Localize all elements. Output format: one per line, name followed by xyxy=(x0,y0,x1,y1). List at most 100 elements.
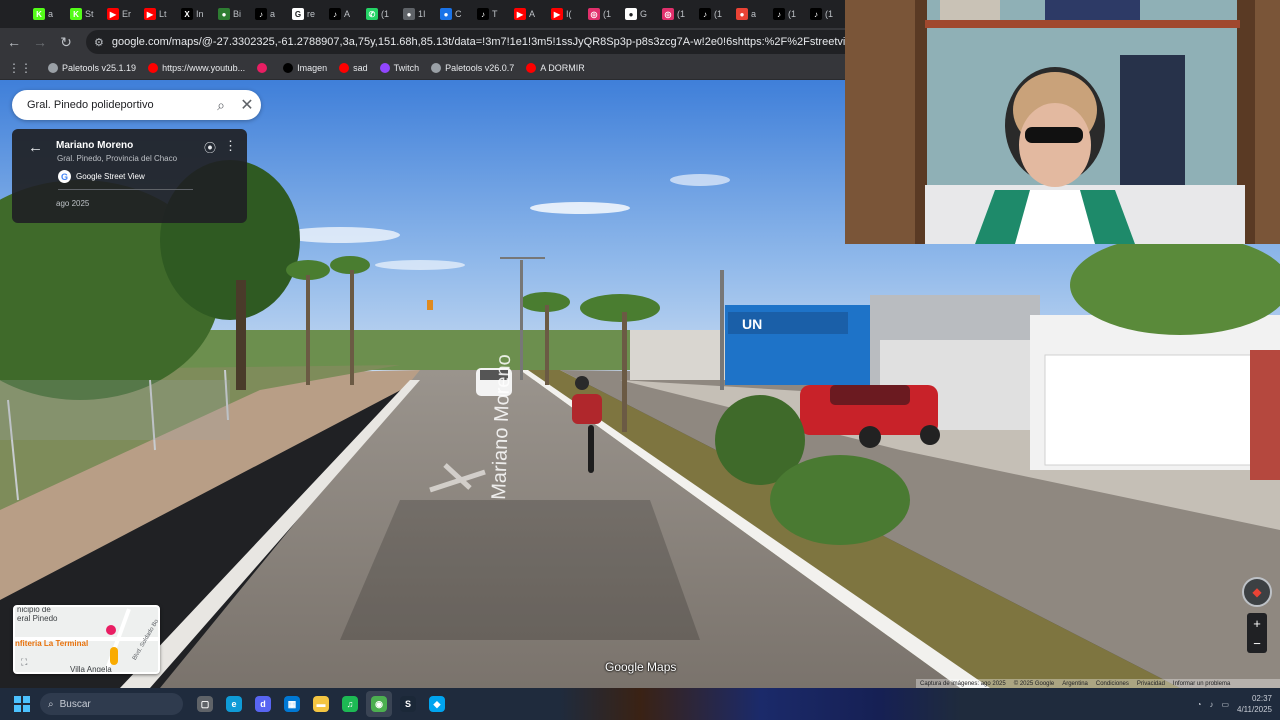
x-icon: X xyxy=(181,8,193,20)
browser-tab[interactable]: ▶ A xyxy=(511,4,548,24)
site-info-icon[interactable]: ⚙ xyxy=(94,36,104,49)
attribution-item[interactable]: Privacidad xyxy=(1137,681,1165,687)
start-button[interactable] xyxy=(10,692,34,716)
browser-tab[interactable]: ● 1I xyxy=(400,4,437,24)
poi-marker-icon xyxy=(106,625,116,635)
browser-tab[interactable]: ♪ (1 xyxy=(696,4,733,24)
browser-tab[interactable]: ● a xyxy=(733,4,770,24)
webcam-image xyxy=(845,0,1280,244)
system-tray: ◔ ♪ ▭ 02:37 4/11/2025 xyxy=(1197,688,1272,720)
address-bar[interactable]: ⚙ google.com/maps/@-27.3302325,-61.27889… xyxy=(86,30,845,54)
bookmark-item[interactable]: Imagen xyxy=(283,62,328,73)
back-arrow-icon[interactable]: ← xyxy=(28,139,43,156)
google-icon: G xyxy=(292,8,304,20)
taskbar-app-spotify[interactable]: ♫ xyxy=(337,691,363,717)
wifi-icon[interactable]: ◔ xyxy=(1197,700,1202,709)
browser-tab[interactable]: K St xyxy=(67,4,104,24)
taskbar-app-store[interactable]: ▦ xyxy=(279,691,305,717)
youtube-icon: ▶ xyxy=(551,8,563,20)
x-icon xyxy=(283,62,294,73)
clock[interactable]: 02:37 4/11/2025 xyxy=(1237,693,1272,715)
forward-icon[interactable]: → xyxy=(28,30,52,54)
taskbar-app-task-view[interactable]: ▢ xyxy=(192,691,218,717)
bookmark-item[interactable]: Paletools v26.0.7 xyxy=(431,62,514,73)
taskbar-app-steam[interactable]: S xyxy=(395,691,421,717)
zoom-out-button[interactable]: − xyxy=(1253,636,1261,651)
tab-title: G xyxy=(640,9,648,19)
bookmark-item[interactable]: Twitch xyxy=(379,62,419,73)
taskbar-app-edge[interactable]: e xyxy=(221,691,247,717)
browser-tab[interactable]: Ka xyxy=(30,4,67,24)
browser-tab[interactable]: ● Bi xyxy=(215,4,252,24)
browser-tab[interactable]: Gre xyxy=(289,4,326,24)
zoom-in-button[interactable]: + xyxy=(1253,616,1261,631)
taskbar-app-explorer[interactable]: ▬ xyxy=(308,691,334,717)
source-row: G Google Street View xyxy=(58,170,145,183)
browser-tab[interactable]: ▶ Er xyxy=(104,4,141,24)
browser-tab[interactable]: ♪ a xyxy=(252,4,289,24)
mini-map[interactable]: nicipio de eral Pinedo nfiteria La Termi… xyxy=(13,605,160,674)
browser-tab[interactable]: ♪ T xyxy=(474,4,511,24)
browser-tab[interactable]: ▶ I( xyxy=(548,4,585,24)
volume-icon[interactable]: ♪ xyxy=(1209,700,1213,709)
maps-search-box[interactable]: Gral. Pinedo polideportivo ⌕ ✕ xyxy=(12,90,261,120)
expand-icon[interactable]: ⛶ xyxy=(21,657,27,668)
bookmark-item[interactable]: Paletools v25.1.19 xyxy=(48,62,136,73)
twitch-icon xyxy=(379,62,390,73)
browser-tab[interactable]: ◎ (1 xyxy=(659,4,696,24)
tab-title: 1I xyxy=(418,9,426,19)
youtube-icon xyxy=(526,62,537,73)
battery-icon[interactable]: ▭ xyxy=(1221,700,1229,709)
zoom-control: + − xyxy=(1247,613,1267,653)
search-input[interactable]: Gral. Pinedo polideportivo xyxy=(27,99,209,111)
youtube-icon: ▶ xyxy=(144,8,156,20)
task-view-icon: ▢ xyxy=(197,696,213,712)
map-poi-label: nfiteria La Terminal xyxy=(15,639,89,648)
taskbar-app-chrome[interactable]: ◉ xyxy=(366,691,392,717)
browser-tab[interactable]: ♪ (1 xyxy=(807,4,844,24)
taskbar-app-discord[interactable]: d xyxy=(250,691,276,717)
webcam-overlay xyxy=(845,0,1280,244)
youtube-icon: ▶ xyxy=(107,8,119,20)
back-icon[interactable]: ← xyxy=(2,30,26,54)
tab-title: Bi xyxy=(233,9,242,19)
app-icon xyxy=(257,62,268,73)
browser-tab[interactable]: ● G xyxy=(622,4,659,24)
instagram-icon: ◎ xyxy=(662,8,674,20)
reload-icon[interactable]: ↻ xyxy=(54,30,78,54)
attribution-item[interactable]: Informar un problema xyxy=(1173,681,1230,687)
tab-title: C xyxy=(455,9,462,19)
bookmark-item[interactable]: sad xyxy=(339,62,368,73)
bookmark-item[interactable]: https://www.youtub... xyxy=(148,62,245,73)
pegman-icon[interactable] xyxy=(110,647,118,665)
bookmark-label: Imagen xyxy=(297,62,328,73)
browser-tab[interactable]: X In xyxy=(178,4,215,24)
map-pin-icon[interactable]: ⦿ xyxy=(204,139,216,156)
tab-title: (1 xyxy=(788,9,797,19)
tab-title: (1 xyxy=(381,9,390,19)
divider xyxy=(58,189,193,190)
search-icon[interactable]: ⌕ xyxy=(209,97,233,114)
browser-tab[interactable]: ◎ (1 xyxy=(585,4,622,24)
attribution-item[interactable]: Condiciones xyxy=(1096,681,1129,687)
apps-grid-icon[interactable]: ⋮⋮ xyxy=(8,61,32,75)
taskbar-search[interactable]: ⌕ Buscar xyxy=(40,693,183,715)
compass-icon[interactable]: ◆ xyxy=(1242,577,1272,607)
app-icon: ● xyxy=(403,8,415,20)
tab-title: a xyxy=(48,9,54,19)
browser-tab[interactable]: ● C xyxy=(437,4,474,24)
bookmark-item[interactable] xyxy=(257,62,271,73)
taskbar-app-app[interactable]: ◆ xyxy=(424,691,450,717)
browser-tab[interactable]: ✆ (1 xyxy=(363,4,400,24)
tab-title: A xyxy=(529,9,536,19)
close-icon[interactable]: ✕ xyxy=(233,95,261,115)
k-icon: K xyxy=(33,8,45,20)
windows-taskbar: ⌕ Buscar ▢ e d ▦ ▬ ♫ ◉ S ◆ ◔ ♪ ▭ 02:37 4/11/2025 xyxy=(0,688,1280,720)
browser-tab[interactable]: ♪ A xyxy=(326,4,363,24)
google-logo-icon: G xyxy=(58,170,71,183)
bookmark-item[interactable]: A DORMIR xyxy=(526,62,585,73)
more-options-icon[interactable]: ⋮ xyxy=(224,138,237,154)
browser-tab[interactable]: ♪ (1 xyxy=(770,4,807,24)
browser-tab[interactable]: ▶ Lt xyxy=(141,4,178,24)
capture-date[interactable]: ago 2025 xyxy=(56,199,89,208)
